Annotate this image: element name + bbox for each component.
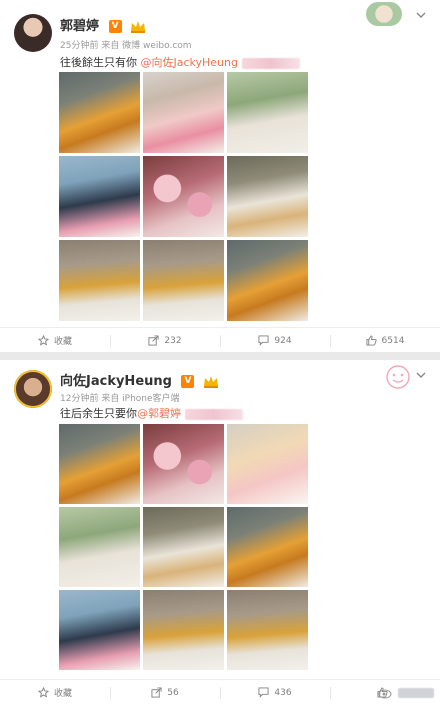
star-icon xyxy=(37,335,49,346)
post-meta: 25分钟前 来自 微博 weibo.com xyxy=(60,41,192,51)
weibo-post-1: 郭碧婷 V 25分钟前 来自 微博 weibo.com 往後餘生只有你 @向佐J… xyxy=(0,0,440,352)
chevron-down-icon[interactable] xyxy=(416,370,426,380)
author-name-text[interactable]: 郭碧婷 xyxy=(60,19,99,34)
avatar[interactable] xyxy=(14,370,52,408)
author-name[interactable]: 郭碧婷 V xyxy=(60,15,146,34)
weibo-post-2: 向佐JackyHeung V 12分钟前 来自 iPhone客户端 往后余生只要… xyxy=(0,360,440,705)
smiley-sticker-icon xyxy=(386,365,410,389)
comment-icon xyxy=(258,335,269,346)
photo[interactable] xyxy=(59,424,140,504)
author-name-text[interactable]: 向佐JackyHeung xyxy=(60,374,172,389)
share-button[interactable]: 232 xyxy=(110,328,220,353)
favorite-button[interactable]: 收藏 xyxy=(0,680,110,705)
comment-count: 924 xyxy=(274,335,292,346)
verified-icon: V xyxy=(181,375,195,388)
comment-icon xyxy=(258,687,269,698)
post-caption: 往后余生只要你@郭碧婷 xyxy=(60,405,243,421)
favorite-button[interactable]: 收藏 xyxy=(0,328,110,353)
photo[interactable] xyxy=(59,507,140,587)
crown-icon xyxy=(131,21,146,33)
photo[interactable] xyxy=(143,240,224,321)
share-icon xyxy=(151,687,162,698)
photo[interactable] xyxy=(227,424,308,504)
photo[interactable] xyxy=(143,507,224,587)
photo[interactable] xyxy=(59,590,140,670)
mention-link[interactable]: @向佐JackyHeung xyxy=(141,56,239,69)
caption-text: 往後餘生只有你 xyxy=(60,56,137,69)
weibo-logo-icon xyxy=(378,689,392,699)
photo[interactable] xyxy=(59,156,140,237)
comment-button[interactable]: 924 xyxy=(220,328,330,353)
photo[interactable] xyxy=(227,507,308,587)
photo-grid xyxy=(59,424,308,670)
watermark xyxy=(378,687,434,699)
photo[interactable] xyxy=(143,590,224,670)
author-name[interactable]: 向佐JackyHeung V xyxy=(60,370,219,389)
like-icon xyxy=(366,335,377,346)
favorite-label: 收藏 xyxy=(53,337,72,347)
avatar[interactable] xyxy=(14,14,52,52)
photo-grid xyxy=(59,72,308,321)
photo[interactable] xyxy=(143,424,224,504)
share-count: 232 xyxy=(164,335,182,346)
star-icon xyxy=(37,687,49,698)
like-button[interactable]: 6514 xyxy=(330,328,440,353)
photo[interactable] xyxy=(227,156,308,237)
caption-text: 往后余生只要你 xyxy=(60,407,137,420)
decor-image xyxy=(366,2,402,26)
like-count: 6514 xyxy=(381,335,405,346)
photo[interactable] xyxy=(227,240,308,321)
photo[interactable] xyxy=(227,72,308,153)
photo[interactable] xyxy=(59,72,140,153)
post-caption: 往後餘生只有你 @向佐JackyHeung xyxy=(60,54,300,70)
comment-button[interactable]: 436 xyxy=(220,680,330,705)
share-icon xyxy=(148,335,159,346)
photo[interactable] xyxy=(143,156,224,237)
share-button[interactable]: 56 xyxy=(110,680,220,705)
chevron-down-icon[interactable] xyxy=(416,10,426,20)
blurred-mention xyxy=(184,408,243,420)
blurred-watermark-text xyxy=(398,688,434,698)
crown-icon xyxy=(204,376,219,388)
photo[interactable] xyxy=(59,240,140,321)
action-bar: 收藏 56 436 xyxy=(0,679,440,705)
comment-count: 436 xyxy=(274,687,292,698)
post-meta: 12分钟前 来自 iPhone客户端 xyxy=(60,394,180,404)
photo[interactable] xyxy=(227,590,308,670)
share-count: 56 xyxy=(167,687,179,698)
photo[interactable] xyxy=(143,72,224,153)
verified-icon: V xyxy=(108,20,122,33)
mention-link[interactable]: @郭碧婷 xyxy=(137,407,181,420)
favorite-label: 收藏 xyxy=(53,689,72,699)
blurred-mention xyxy=(241,57,300,69)
action-bar: 收藏 232 924 6514 xyxy=(0,327,440,353)
